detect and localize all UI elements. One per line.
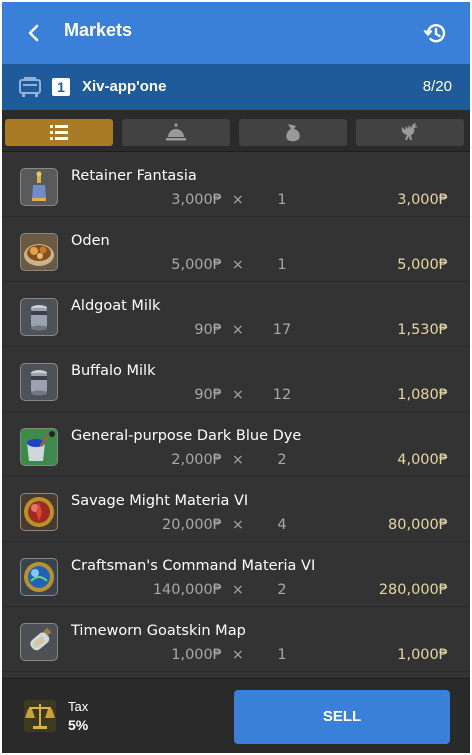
item-quantity: 1 xyxy=(277,257,287,273)
item-total: 3,000₱ xyxy=(397,192,448,208)
item-name: Savage Might Materia VI xyxy=(71,493,249,509)
multiply-sign: × xyxy=(232,257,244,273)
tab-chocobo[interactable] xyxy=(356,119,464,146)
history-icon[interactable] xyxy=(422,20,448,46)
item-quantity: 12 xyxy=(272,387,292,403)
list-item[interactable]: Oden 5,000₱ × 1 5,000₱ xyxy=(2,217,470,282)
dye-pot-icon xyxy=(20,428,58,466)
app-bar: Markets xyxy=(2,2,470,64)
list-item[interactable]: Buffalo Milk 90₱ × 12 1,080₱ xyxy=(2,347,470,412)
item-unit-price: 140,000₱ xyxy=(152,582,222,598)
list-item[interactable]: Timeworn Goatskin Map 1,000₱ × 1 1,000₱ xyxy=(2,607,470,672)
list-icon xyxy=(50,125,68,140)
item-quantity: 17 xyxy=(272,322,292,338)
list-item[interactable]: General-purpose Dark Blue Dye 2,000₱ × 2… xyxy=(2,412,470,477)
item-unit-price: 5,000₱ xyxy=(171,257,222,273)
item-quantity: 4 xyxy=(277,517,287,533)
chocobo-icon xyxy=(401,123,418,140)
list-item[interactable]: Retainer Fantasia 3,000₱ × 1 3,000₱ xyxy=(2,152,470,217)
retainer-name: Xiv-app'one xyxy=(82,78,167,95)
item-total: 280,000₱ xyxy=(378,582,448,598)
service-bell-icon xyxy=(166,123,186,141)
item-unit-price: 3,000₱ xyxy=(171,192,222,208)
tab-service-bell[interactable] xyxy=(122,119,230,146)
item-total: 5,000₱ xyxy=(397,257,448,273)
blue-materia-icon xyxy=(20,558,58,596)
item-unit-price: 2,000₱ xyxy=(171,452,222,468)
item-quantity: 1 xyxy=(277,647,287,663)
red-materia-icon xyxy=(20,493,58,531)
markets-screen: Markets 1 Xiv-app'one 8/20 Retainer Fant… xyxy=(2,2,470,753)
multiply-sign: × xyxy=(232,452,244,468)
item-name: General-purpose Dark Blue Dye xyxy=(71,428,302,444)
tax-label: Tax xyxy=(68,699,89,714)
item-quantity: 2 xyxy=(277,452,287,468)
item-total: 4,000₱ xyxy=(397,452,448,468)
page-title: Markets xyxy=(64,20,133,40)
tab-bag[interactable] xyxy=(239,119,347,146)
map-bottle-icon xyxy=(20,623,58,661)
multiply-sign: × xyxy=(232,322,244,338)
tax-rate: 5% xyxy=(68,717,89,733)
item-total: 80,000₱ xyxy=(388,517,448,533)
tab-bar xyxy=(2,110,470,152)
multiply-sign: × xyxy=(232,192,244,208)
item-total: 1,080₱ xyxy=(397,387,448,403)
back-icon[interactable] xyxy=(22,21,46,45)
multiply-sign: × xyxy=(232,387,244,403)
item-unit-price: 1,000₱ xyxy=(171,647,222,663)
item-name: Aldgoat Milk xyxy=(71,298,161,314)
item-quantity: 2 xyxy=(277,582,287,598)
item-total: 1,530₱ xyxy=(397,322,448,338)
item-unit-price: 90₱ xyxy=(194,387,222,403)
potion-bottle-icon xyxy=(20,168,58,206)
retainer-item-count: 8/20 xyxy=(422,78,452,95)
list-item[interactable]: Savage Might Materia VI 20,000₱ × 4 80,0… xyxy=(2,477,470,542)
multiply-sign: × xyxy=(232,647,244,663)
item-name: Oden xyxy=(71,233,110,249)
sell-button[interactable]: SELL xyxy=(234,690,450,744)
retainer-bar[interactable]: 1 Xiv-app'one 8/20 xyxy=(2,64,470,110)
milk-can-icon xyxy=(20,298,58,336)
list-item[interactable]: Aldgoat Milk 90₱ × 17 1,530₱ xyxy=(2,282,470,347)
milk-can-icon xyxy=(20,363,58,401)
retainer-number-badge: 1 xyxy=(52,78,70,96)
multiply-sign: × xyxy=(232,517,244,533)
item-total: 1,000₱ xyxy=(397,647,448,663)
retainer-bell-icon xyxy=(19,77,41,97)
footer-bar: Tax 5% SELL xyxy=(2,678,470,753)
item-name: Buffalo Milk xyxy=(71,363,156,379)
food-bowl-icon xyxy=(20,233,58,271)
item-quantity: 1 xyxy=(277,192,287,208)
tab-list[interactable] xyxy=(5,119,113,146)
item-unit-price: 90₱ xyxy=(194,322,222,338)
item-unit-price: 20,000₱ xyxy=(162,517,222,533)
multiply-sign: × xyxy=(232,582,244,598)
list-item[interactable]: Craftsman's Command Materia VI 140,000₱ … xyxy=(2,542,470,607)
item-name: Retainer Fantasia xyxy=(71,168,197,184)
item-name: Timeworn Goatskin Map xyxy=(71,623,246,639)
bag-icon xyxy=(286,124,300,142)
scales-icon xyxy=(24,700,56,732)
item-name: Craftsman's Command Materia VI xyxy=(71,558,316,574)
